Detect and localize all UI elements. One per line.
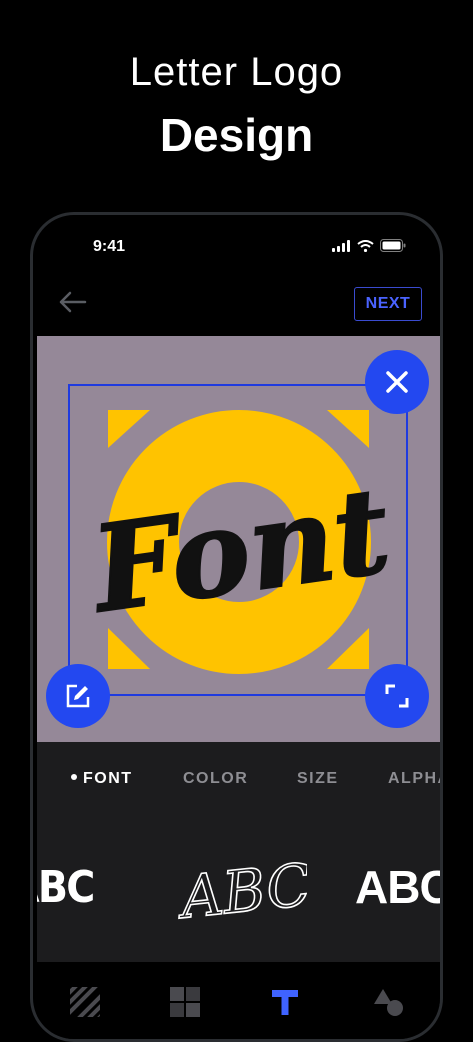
grid-icon [170, 987, 200, 1017]
headline-line1: Letter Logo [129, 50, 344, 94]
tab-alpha[interactable]: ALPHA [388, 770, 440, 788]
nav-shapes[interactable] [371, 984, 407, 1020]
next-button[interactable]: NEXT [354, 287, 422, 321]
script-sample-svg: ABC [177, 850, 307, 932]
nav-texture[interactable] [67, 984, 103, 1020]
active-dot [71, 773, 77, 780]
nav-background[interactable] [167, 984, 203, 1020]
logo-canvas[interactable]: Font [37, 336, 440, 742]
delete-handle[interactable] [365, 350, 429, 414]
option-tabs: FONT COLOR SIZE ALPHA [37, 742, 440, 812]
font-sample-block[interactable]: ABC [37, 812, 95, 962]
battery-icon [380, 239, 406, 252]
phone-frame: 9:41 NEXT Font FONT COLOR SIZE ALPH BC A… [30, 212, 443, 1042]
headline-line2: Design [159, 109, 314, 161]
shapes-icon [374, 989, 403, 1016]
selection-box[interactable] [68, 384, 408, 696]
font-sample-script[interactable]: ABC [177, 812, 307, 962]
font-picker[interactable]: ABC ABC ABC [37, 812, 440, 962]
bottom-nav [37, 962, 440, 1039]
tab-size[interactable]: SIZE [297, 770, 339, 788]
signal-icon [332, 239, 350, 252]
resize-handle[interactable] [365, 664, 429, 728]
resize-icon [385, 684, 409, 708]
tab-font-label: FONT [83, 770, 133, 787]
app-screen: 9:41 NEXT Font FONT COLOR SIZE ALPH BC A… [37, 215, 440, 1039]
back-button[interactable] [57, 288, 87, 316]
edit-icon [66, 684, 90, 708]
status-icons [332, 239, 406, 252]
texture-icon [70, 987, 100, 1017]
close-icon [386, 371, 408, 393]
font-sample-script-text: ABC [177, 850, 307, 932]
status-time: 9:41 [93, 238, 126, 255]
edit-handle[interactable] [46, 664, 110, 728]
wifi-icon [357, 239, 374, 252]
arrow-left-icon [59, 291, 87, 313]
tab-font[interactable]: FONT [71, 770, 133, 788]
nav-text[interactable] [267, 984, 303, 1020]
edit-toolbar: FONT COLOR SIZE ALPHA ABC ABC ABC [37, 742, 440, 1039]
text-icon [272, 990, 298, 1015]
font-sample-sans[interactable]: ABC [355, 812, 440, 962]
tab-color[interactable]: COLOR [183, 770, 248, 788]
